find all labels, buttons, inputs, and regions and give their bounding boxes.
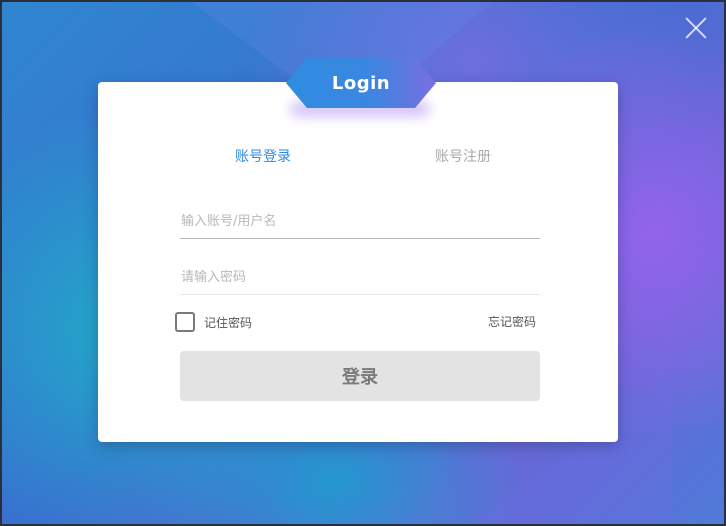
login-button[interactable]: 登录 (180, 351, 540, 401)
remember-password[interactable]: 记住密码 (175, 312, 252, 332)
tab-account-login[interactable]: 账号登录 (235, 146, 291, 166)
close-icon[interactable] (684, 16, 708, 40)
tab-account-register[interactable]: 账号注册 (435, 146, 491, 166)
account-input[interactable] (180, 205, 540, 239)
remember-password-label: 记住密码 (204, 315, 253, 330)
forgot-password-link[interactable]: 忘记密码 (488, 313, 536, 330)
password-input[interactable] (180, 261, 540, 295)
login-badge: Login (286, 58, 436, 108)
remember-password-checkbox[interactable] (175, 312, 195, 332)
login-badge-label: Login (331, 72, 391, 94)
